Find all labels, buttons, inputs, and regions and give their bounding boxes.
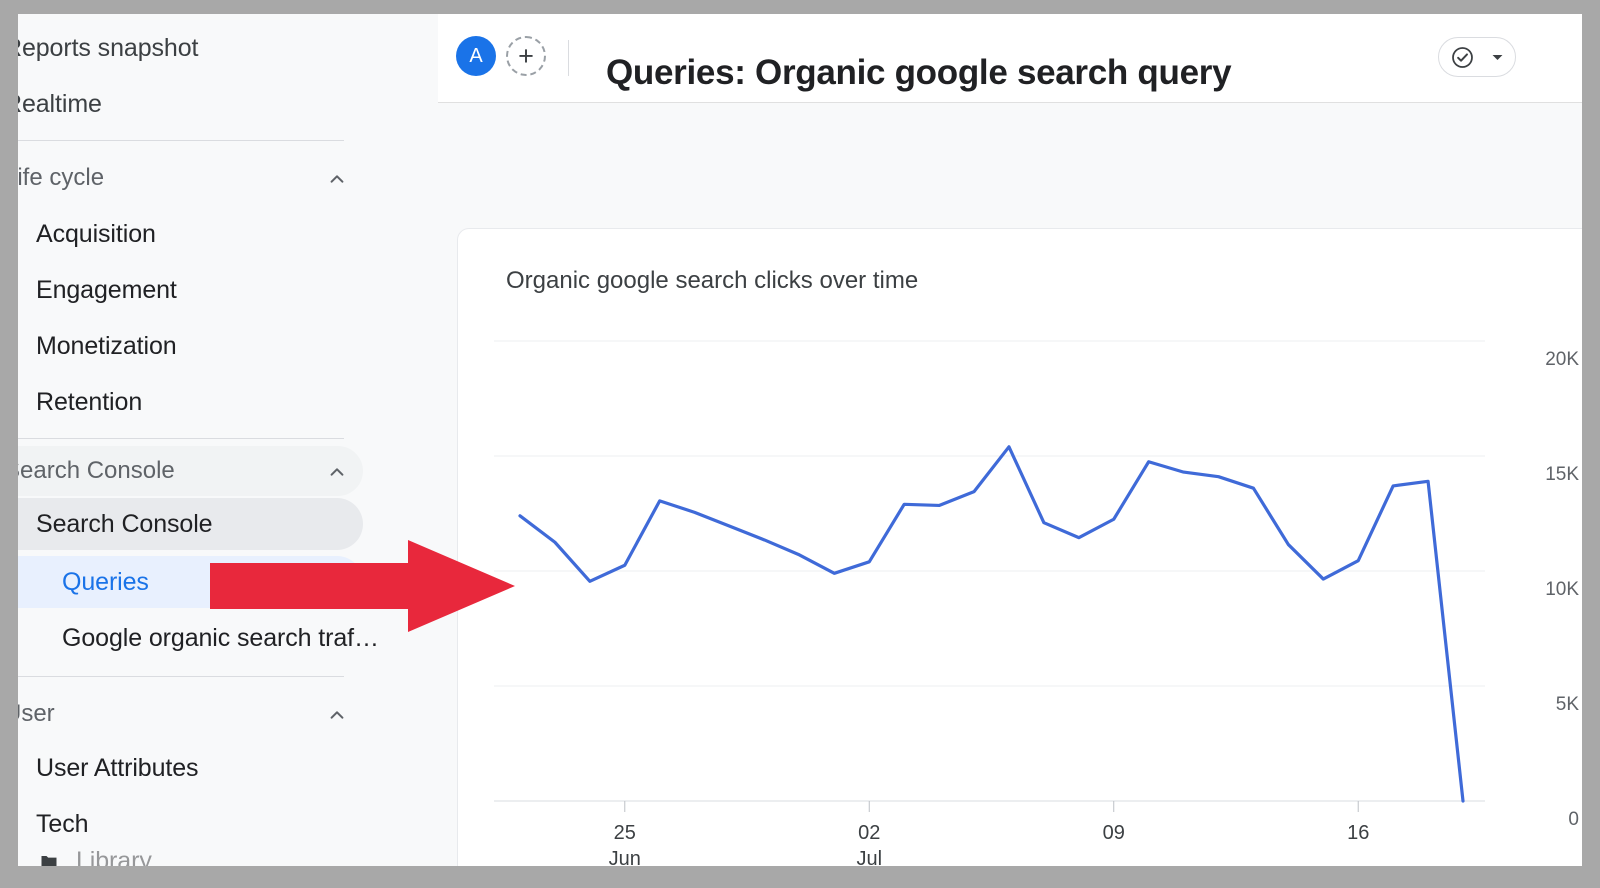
- sidebar-item-search-console[interactable]: Search Console: [36, 500, 212, 548]
- sidebar-item-label: Queries: [62, 568, 149, 597]
- scope-selector-chip[interactable]: [1438, 37, 1516, 77]
- sidebar-item-monetization[interactable]: Monetization: [36, 322, 177, 370]
- screenshot-root: Reports snapshot Realtime Life cycle Acq…: [0, 0, 1600, 888]
- y-axis-tick-label: 10K: [1545, 579, 1579, 600]
- sidebar-item-reports-snapshot[interactable]: Reports snapshot: [18, 24, 198, 72]
- sidebar-item-label: Google organic search traf…: [62, 624, 379, 653]
- chart-card: Organic google search clicks over time 2…: [457, 228, 1582, 866]
- x-axis-tick-sublabel: Jun: [609, 848, 641, 866]
- sidebar-item-acquisition[interactable]: Acquisition: [36, 210, 156, 258]
- chevron-up-icon[interactable]: [324, 702, 350, 728]
- sidebar-item-label: Acquisition: [36, 220, 156, 249]
- x-axis-tick-sublabel: Jul: [856, 848, 882, 866]
- header-separator: [568, 40, 569, 76]
- avatar[interactable]: A: [456, 36, 496, 76]
- sidebar-item-tech[interactable]: Tech: [36, 800, 88, 848]
- chevron-up-icon[interactable]: [324, 459, 350, 485]
- sidebar-group-search-console[interactable]: Search Console: [18, 447, 354, 495]
- sidebar-divider-3: [18, 676, 344, 677]
- sidebar-item-label: Search Console: [36, 510, 212, 539]
- sidebar-item-label: Retention: [36, 388, 142, 417]
- add-comparison-button[interactable]: +: [506, 36, 546, 76]
- caret-down-icon[interactable]: [1489, 49, 1506, 66]
- y-axis-tick-label: 20K: [1545, 349, 1579, 370]
- sidebar-item-label: Tech: [36, 810, 88, 839]
- analytics-app-window: Reports snapshot Realtime Life cycle Acq…: [18, 14, 1582, 866]
- sidebar-group-label: Search Console: [18, 457, 175, 485]
- x-axis-tick-label: 02: [858, 822, 880, 844]
- sidebar-item-realtime[interactable]: Realtime: [18, 80, 102, 128]
- x-axis-tick-label: 09: [1103, 822, 1125, 844]
- sidebar-item-label: Reports snapshot: [18, 34, 198, 63]
- sidebar-item-label: Realtime: [18, 90, 102, 119]
- avatar-letter: A: [469, 45, 482, 68]
- sidebar-item-user-attributes[interactable]: User Attributes: [36, 744, 198, 792]
- chart-svg: 20K 15K 10K 5K 0 25 Jun 02 Jul 09 16: [458, 229, 1582, 866]
- sidebar-group-life-cycle[interactable]: Life cycle: [18, 154, 354, 202]
- sidebar-item-label: Library: [76, 850, 152, 866]
- line-chart-plot[interactable]: 20K 15K 10K 5K 0 25 Jun 02 Jul 09 16: [458, 229, 1582, 866]
- y-axis-tick-label: 0: [1568, 809, 1579, 830]
- sidebar-item-engagement[interactable]: Engagement: [36, 266, 177, 314]
- y-axis-tick-label: 5K: [1556, 694, 1580, 715]
- plus-icon: +: [518, 43, 534, 70]
- sidebar-item-label: User Attributes: [36, 754, 198, 783]
- chevron-up-icon[interactable]: [324, 166, 350, 192]
- sidebar-divider-1: [18, 140, 344, 141]
- page-title: Queries: Organic google search query: [606, 53, 1231, 93]
- sidebar-group-user[interactable]: User: [18, 690, 354, 738]
- sidebar-item-library[interactable]: Library: [36, 850, 152, 866]
- main-content: Organic google search clicks over time 2…: [438, 103, 1582, 866]
- check-circle-icon: [1450, 45, 1475, 70]
- folder-icon: [36, 851, 62, 866]
- x-axis-tick-label: 25: [614, 822, 636, 844]
- sidebar-item-google-organic-search-traffic[interactable]: Google organic search traf…: [62, 614, 379, 662]
- sidebar-item-queries[interactable]: Queries: [62, 558, 149, 606]
- y-axis-tick-label: 15K: [1545, 464, 1579, 485]
- sidebar-item-label: Monetization: [36, 332, 177, 361]
- sidebar-group-label: User: [18, 700, 55, 728]
- sidebar-item-label: Engagement: [36, 276, 177, 305]
- x-axis-tick-label: 16: [1347, 822, 1369, 844]
- sidebar-item-retention[interactable]: Retention: [36, 378, 142, 426]
- sidebar-group-label: Life cycle: [18, 164, 104, 192]
- page-header: A + Queries: Organic google search query: [438, 14, 1582, 102]
- left-sidebar: Reports snapshot Realtime Life cycle Acq…: [18, 14, 438, 866]
- sidebar-divider-2: [18, 438, 344, 439]
- chart-series-line: [520, 447, 1463, 801]
